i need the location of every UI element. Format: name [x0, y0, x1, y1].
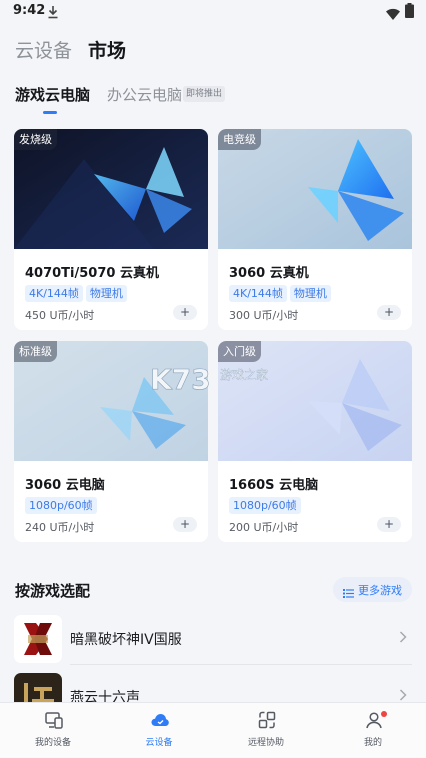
product-card[interactable]: 发烧级 4070Ti/5070 云真机 4K/144帧 物理机 450 U币/小时… — [14, 129, 208, 330]
coming-soon-badge: 即将推出 — [183, 86, 226, 102]
tier-badge: 发烧级 — [14, 129, 57, 150]
more-games-label: 更多游戏 — [358, 584, 402, 597]
divider — [70, 664, 412, 665]
spec-tag: 4K/144帧 — [229, 285, 287, 302]
plus-icon: + — [179, 305, 191, 319]
spec-tag: 4K/144帧 — [25, 285, 83, 302]
tier-badge: 标准级 — [14, 341, 57, 362]
product-price: 200 U币/小时 — [229, 521, 299, 534]
product-card[interactable]: 标准级 3060 云电脑 1080p/60帧 240 U币/小时 + — [14, 341, 208, 542]
more-games-button[interactable]: 更多游戏 — [333, 577, 412, 602]
product-price: 240 U币/小时 — [25, 521, 95, 534]
game-list-item[interactable]: 暗黑破坏神IV国服 — [0, 615, 426, 665]
diablo-icon — [14, 615, 62, 663]
download-icon — [47, 4, 59, 19]
tag-list: 1080p/60帧 — [25, 494, 100, 514]
product-name: 3060 云真机 — [229, 266, 309, 281]
nav-my-devices[interactable]: 我的设备 — [8, 703, 98, 758]
tag-list: 4K/144帧 物理机 — [25, 282, 130, 302]
tab-market[interactable]: 市场 — [88, 36, 126, 63]
chevron-right-icon — [399, 629, 407, 643]
plus-icon: + — [383, 517, 395, 531]
product-card[interactable]: 入门级 1660S 云电脑 1080p/60帧 200 U币/小时 + — [218, 341, 412, 542]
nav-label: 远程协助 — [247, 738, 284, 748]
devices-icon — [45, 712, 63, 729]
spec-tag: 1080p/60帧 — [229, 497, 301, 514]
tag-list: 1080p/60帧 — [229, 494, 304, 514]
tab-game-cloud-pc[interactable]: 游戏云电脑 — [15, 84, 90, 105]
notification-dot — [381, 711, 387, 717]
product-name: 4070Ti/5070 云真机 — [25, 266, 159, 281]
bottom-nav: 我的设备 云设备 远程协助 我的 — [0, 702, 426, 758]
product-name: 1660S 云电脑 — [229, 478, 319, 493]
battery-icon — [405, 3, 414, 18]
tag-list: 4K/144帧 物理机 — [229, 282, 334, 302]
add-button[interactable]: + — [173, 305, 197, 320]
nav-label: 云设备 — [145, 738, 173, 748]
add-button[interactable]: + — [377, 517, 401, 532]
nav-label: 我的设备 — [34, 738, 71, 748]
plus-icon: + — [179, 517, 191, 531]
product-card[interactable]: 电竞级 3060 云真机 4K/144帧 物理机 300 U币/小时 + — [218, 129, 412, 330]
cloud-icon — [151, 714, 169, 726]
spec-tag: 物理机 — [289, 285, 331, 302]
status-bar: 9:42 — [0, 0, 426, 24]
section-title: 按游戏选配 — [15, 582, 91, 600]
nav-cloud-devices[interactable]: 云设备 — [114, 703, 204, 758]
status-time: 9:42 — [13, 3, 46, 18]
tier-badge: 电竞级 — [218, 129, 261, 150]
nav-profile[interactable]: 我的 — [328, 703, 418, 758]
tab-office-cloud-pc[interactable]: 办公云电脑 — [107, 84, 182, 105]
plus-icon: + — [383, 305, 395, 319]
nav-remote-assist[interactable]: 远程协助 — [221, 703, 311, 758]
spec-tag: 1080p/60帧 — [25, 497, 97, 514]
active-tab-indicator — [43, 111, 57, 114]
wifi-icon — [386, 5, 400, 20]
chevron-right-icon — [399, 687, 407, 701]
add-button[interactable]: + — [377, 305, 401, 320]
remote-assist-icon — [258, 711, 276, 729]
nav-label: 我的 — [363, 738, 382, 748]
product-price: 450 U币/小时 — [25, 309, 95, 322]
tier-badge: 入门级 — [218, 341, 261, 362]
spec-tag: 物理机 — [85, 285, 127, 302]
add-button[interactable]: + — [173, 517, 197, 532]
product-name: 3060 云电脑 — [25, 478, 105, 493]
product-price: 300 U币/小时 — [229, 309, 299, 322]
list-icon — [343, 584, 354, 598]
game-title: 暗黑破坏神IV国服 — [70, 632, 182, 648]
tab-cloud-devices[interactable]: 云设备 — [15, 36, 72, 63]
